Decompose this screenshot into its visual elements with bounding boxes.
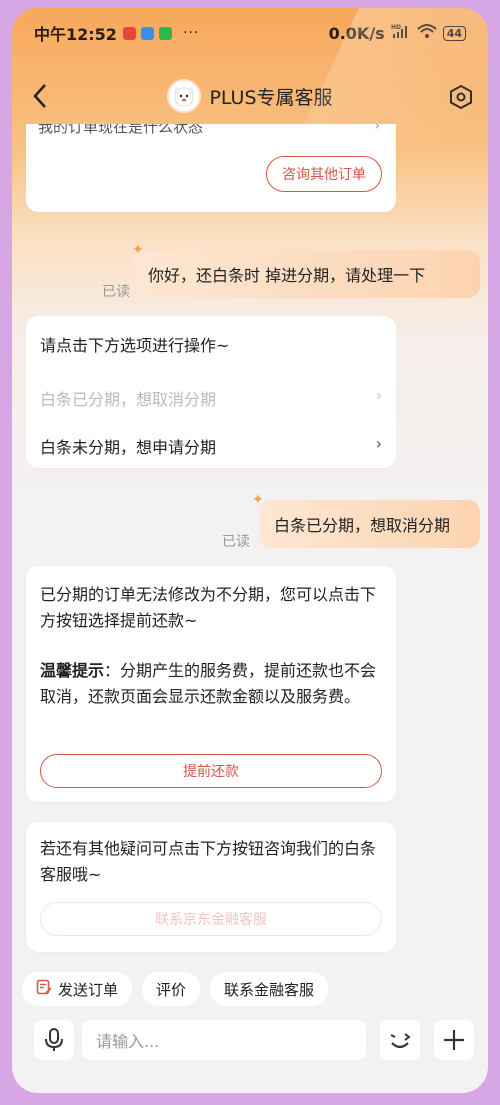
dog-mascot-icon	[174, 87, 195, 107]
send-order-label: 发送订单	[58, 980, 119, 999]
network-type-label: HD	[391, 24, 401, 31]
header: PLUS专属客服	[12, 68, 488, 124]
input-bar: 请输入...	[12, 1018, 488, 1078]
warm-tip-label: 温馨提示	[40, 661, 105, 680]
emoji-icon[interactable]	[380, 1020, 420, 1060]
status-time: 中午12:52	[34, 25, 117, 44]
status-right: 0.0K/s HD 44	[329, 23, 466, 43]
order-edit-icon	[36, 979, 52, 999]
more-notifications-icon: ···	[182, 25, 200, 41]
contact-card: 若还有其他疑问可点击下方按钮咨询我们的白条客服哦~ 联系京东金融客服	[26, 822, 396, 952]
status-bar: 中午12:52 ··· 0.0K/s HD 44	[12, 8, 488, 58]
option-apply-installment[interactable]: 白条未分期，想申请分期	[40, 434, 216, 458]
plus-icon[interactable]	[434, 1020, 474, 1060]
warm-tip: 温馨提示：分期产生的服务费，提前还款也不会取消，还款页面会显示还款金额以及服务费…	[40, 658, 382, 710]
phone-screen: 中午12:52 ··· 0.0K/s HD 44 PLUS专属客服 我的订单现在…	[12, 8, 488, 1093]
service-avatar	[167, 79, 202, 113]
prepay-button[interactable]: 提前还款	[40, 754, 382, 788]
options-prompt: 请点击下方选项进行操作~	[40, 336, 230, 355]
read-receipt: 已读	[102, 284, 130, 300]
settings-hexagon-icon[interactable]	[448, 84, 474, 110]
contact-jd-finance-button[interactable]: 联系京东金融客服	[40, 902, 382, 936]
answer-card: 已分期的订单无法修改为不分期，您可以点击下方按钮选择提前还款~ 温馨提示：分期产…	[26, 566, 396, 802]
app-notification-icon	[122, 26, 136, 40]
answer-text: 已分期的订单无法修改为不分期，您可以点击下方按钮选择提前还款~	[40, 585, 377, 630]
network-speed: 0.0K/s	[328, 23, 385, 43]
quick-actions: 发送订单 评价 联系金融客服	[22, 972, 329, 1006]
read-receipt: 已读	[222, 534, 250, 550]
contact-text: 若还有其他疑问可点击下方按钮咨询我们的白条客服哦~	[40, 839, 377, 884]
wechat-notification-icon	[158, 26, 172, 40]
rate-chip[interactable]: 评价	[142, 972, 201, 1006]
option-cancel-installment[interactable]: 白条已分期，想取消分期	[40, 386, 216, 410]
message-notification-icon	[140, 26, 154, 40]
options-card: 请点击下方选项进行操作~ 白条已分期，想取消分期 › 白条未分期，想申请分期 ›	[26, 316, 396, 468]
chevron-right-icon: ›	[375, 386, 382, 405]
user-message-2: 白条已分期，想取消分期	[260, 500, 480, 548]
previous-order-card: 我的订单现在是什么状态 › 咨询其他订单	[26, 124, 396, 212]
chevron-right-icon: ›	[374, 124, 380, 134]
chevron-right-icon: ›	[375, 434, 382, 453]
message-input[interactable]: 请输入...	[82, 1020, 366, 1060]
signal-icon: HD	[391, 23, 411, 43]
battery-icon: 44	[442, 25, 466, 41]
consult-other-order-button[interactable]: 咨询其他订单	[266, 156, 382, 192]
page-title: PLUS专属客服	[209, 86, 333, 109]
previous-question-text[interactable]: 我的订单现在是什么状态	[38, 124, 203, 137]
back-icon[interactable]	[30, 82, 50, 115]
header-title-group: PLUS专属客服	[167, 79, 333, 113]
wifi-icon	[417, 23, 437, 43]
finance-service-chip[interactable]: 联系金融客服	[210, 972, 329, 1006]
send-order-chip[interactable]: 发送订单	[22, 972, 133, 1006]
microphone-icon[interactable]	[34, 1020, 74, 1060]
user-message-1: 你好，还白条时 掉进分期，请处理一下	[134, 250, 480, 298]
